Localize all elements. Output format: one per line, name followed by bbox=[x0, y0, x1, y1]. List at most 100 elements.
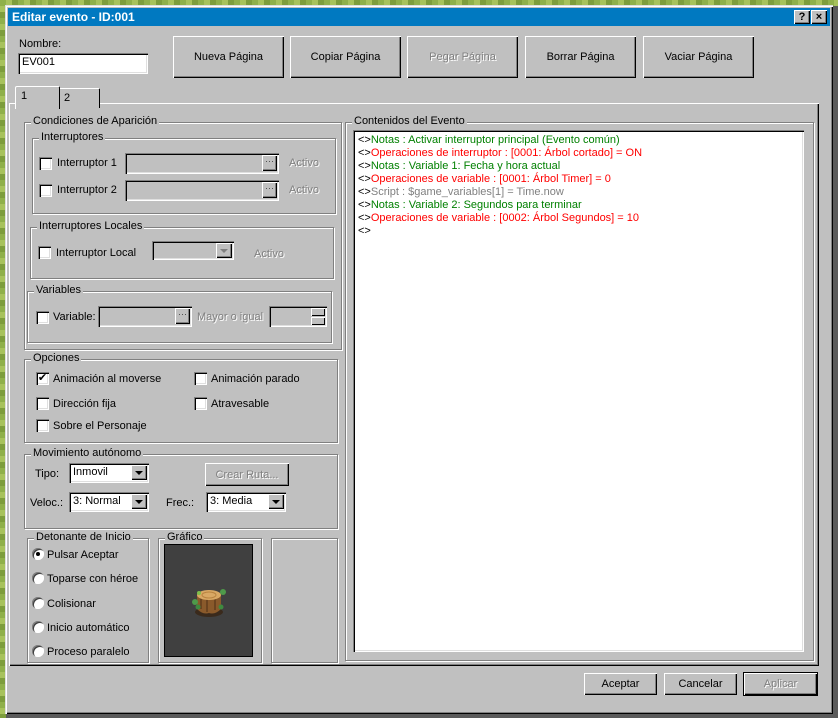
chevron-down-icon[interactable] bbox=[216, 243, 232, 258]
new-page-button[interactable]: Nueva Página bbox=[173, 36, 284, 78]
command-prefix: <> bbox=[358, 173, 371, 185]
options-title: Opciones bbox=[31, 352, 82, 364]
step-anim-checkbox[interactable] bbox=[194, 372, 207, 385]
help-button[interactable]: ? bbox=[794, 10, 810, 24]
trigger-label-event-touch: Colisionar bbox=[47, 598, 96, 610]
apply-button[interactable]: Aplicar bbox=[744, 673, 817, 695]
variable-browse-button[interactable]: ··· bbox=[175, 308, 190, 324]
move-freq-label: Frec.: bbox=[166, 497, 195, 509]
name-input-value: EV001 bbox=[22, 56, 56, 68]
delete-page-button[interactable]: Borrar Página bbox=[525, 36, 636, 78]
switch1-field[interactable]: ··· bbox=[125, 153, 279, 174]
copy-page-button[interactable]: Copiar Página bbox=[290, 36, 401, 78]
variables-title: Variables bbox=[34, 284, 84, 296]
help-icon: ? bbox=[798, 11, 806, 23]
list-item[interactable]: <>Notas : Activar interruptor principal … bbox=[358, 134, 620, 146]
cancel-button[interactable]: Cancelar bbox=[664, 673, 737, 695]
trigger-label-action: Pulsar Aceptar bbox=[47, 549, 119, 561]
event-commands-list[interactable]: <>Notas : Activar interruptor principal … bbox=[353, 130, 804, 652]
clear-page-button[interactable]: Vaciar Página bbox=[643, 36, 754, 78]
command-prefix: <> bbox=[358, 160, 371, 172]
list-item[interactable]: <> bbox=[358, 225, 371, 237]
radio-selected-icon bbox=[36, 552, 40, 556]
list-item[interactable]: <>Operaciones de variable : [0001: Árbol… bbox=[358, 173, 611, 185]
empty-group bbox=[271, 538, 338, 663]
trigger-radio-action[interactable] bbox=[32, 548, 44, 560]
spin-up-icon[interactable] bbox=[311, 308, 325, 316]
ellipsis-icon: ··· bbox=[178, 309, 187, 319]
tab-page-2[interactable]: 2 bbox=[58, 88, 100, 108]
check-icon: ✔ bbox=[37, 372, 48, 384]
list-item[interactable]: <>Notas : Variable 2: Segundos para term… bbox=[358, 199, 582, 211]
variable-checkbox[interactable] bbox=[36, 311, 49, 324]
command-prefix: <> bbox=[358, 212, 371, 224]
ellipsis-icon: ··· bbox=[265, 156, 274, 166]
self-switch-label: Interruptor Local bbox=[56, 247, 137, 259]
command-text: Notas : Activar interruptor principal (E… bbox=[370, 134, 620, 146]
command-prefix: <> bbox=[358, 186, 371, 198]
trigger-radio-event-touch[interactable] bbox=[32, 597, 44, 609]
conditions-title: Condiciones de Aparición bbox=[31, 115, 160, 127]
graphic-preview[interactable] bbox=[165, 545, 252, 656]
move-type-value: Inmovil bbox=[73, 466, 108, 478]
movement-title: Movimiento autónomo bbox=[31, 447, 144, 459]
self-switch-dropdown[interactable] bbox=[152, 241, 234, 260]
direction-fix-checkbox[interactable] bbox=[36, 397, 49, 410]
spin-down-icon[interactable] bbox=[311, 317, 325, 325]
name-input[interactable]: EV001 bbox=[18, 53, 148, 74]
walk-anim-checkbox[interactable]: ✔ bbox=[36, 372, 49, 385]
chevron-down-icon[interactable] bbox=[268, 494, 284, 509]
command-text: Notas : Variable 1: Fecha y hora actual bbox=[370, 160, 561, 172]
switch1-checkbox[interactable] bbox=[39, 157, 52, 170]
trigger-label-autorun: Inicio automático bbox=[47, 622, 130, 634]
list-item[interactable]: <>Operaciones de variable : [0002: Árbol… bbox=[358, 212, 639, 224]
move-freq-dropdown[interactable]: 3: Media bbox=[206, 492, 286, 512]
chevron-down-icon[interactable] bbox=[131, 465, 147, 480]
paste-page-button[interactable]: Pegar Página bbox=[407, 36, 518, 78]
switch1-browse-button[interactable]: ··· bbox=[262, 155, 277, 171]
ellipsis-icon: ··· bbox=[265, 183, 274, 193]
command-text: Operaciones de interruptor : [0001: Árbo… bbox=[370, 147, 643, 159]
close-button[interactable]: × bbox=[811, 10, 827, 24]
command-text: Script : $game_variables[1] = Time.now bbox=[370, 186, 564, 198]
through-checkbox[interactable] bbox=[194, 397, 207, 410]
graphic-title: Gráfico bbox=[165, 531, 205, 543]
switch2-label: Interruptor 2 bbox=[57, 184, 117, 196]
self-switch-title: Interruptores Locales bbox=[37, 220, 145, 232]
command-text: Notas : Variable 2: Segundos para termin… bbox=[370, 199, 582, 211]
list-item[interactable]: <>Operaciones de interruptor : [0001: Ár… bbox=[358, 147, 642, 159]
priority-checkbox[interactable] bbox=[36, 419, 49, 432]
move-type-label: Tipo: bbox=[35, 468, 60, 480]
move-speed-dropdown[interactable]: 3: Normal bbox=[69, 492, 149, 512]
list-item[interactable]: <>Script : $game_variables[1] = Time.now bbox=[358, 186, 564, 198]
list-item[interactable]: <>Notas : Variable 1: Fecha y hora actua… bbox=[358, 160, 560, 172]
ok-button[interactable]: Aceptar bbox=[584, 673, 657, 695]
switch2-checkbox[interactable] bbox=[39, 184, 52, 197]
close-icon: × bbox=[815, 11, 823, 23]
variable-comparison: Mayor o igual bbox=[197, 311, 264, 323]
chevron-down-icon[interactable] bbox=[131, 494, 147, 509]
command-prefix: <> bbox=[358, 134, 371, 146]
variable-value-spinner[interactable] bbox=[269, 306, 327, 327]
contents-title: Contenidos del Evento bbox=[352, 115, 467, 127]
trigger-radio-parallel[interactable] bbox=[32, 645, 44, 657]
switches-title: Interruptores bbox=[39, 131, 106, 143]
switch1-label: Interruptor 1 bbox=[57, 157, 117, 169]
self-switch-checkbox[interactable] bbox=[38, 246, 51, 259]
move-freq-value: 3: Media bbox=[210, 495, 253, 507]
through-label: Atravesable bbox=[211, 398, 270, 410]
switch2-field[interactable]: ··· bbox=[125, 180, 279, 201]
self-switch-state: Activo bbox=[254, 248, 284, 260]
move-speed-value: 3: Normal bbox=[73, 495, 121, 507]
trigger-radio-player-touch[interactable] bbox=[32, 572, 44, 584]
create-route-button[interactable]: Crear Ruta... bbox=[205, 463, 289, 486]
window-title: Editar evento - ID:001 bbox=[12, 10, 135, 24]
trigger-radio-autorun[interactable] bbox=[32, 621, 44, 633]
switch2-browse-button[interactable]: ··· bbox=[262, 182, 277, 198]
step-anim-label: Animación parado bbox=[211, 373, 300, 385]
tab-page-1[interactable]: 1 bbox=[15, 86, 60, 109]
variable-field[interactable]: ··· bbox=[98, 306, 192, 327]
move-type-dropdown[interactable]: Inmovil bbox=[69, 463, 149, 483]
trigger-title: Detonante de Inicio bbox=[34, 531, 133, 543]
command-prefix: <> bbox=[358, 199, 371, 211]
